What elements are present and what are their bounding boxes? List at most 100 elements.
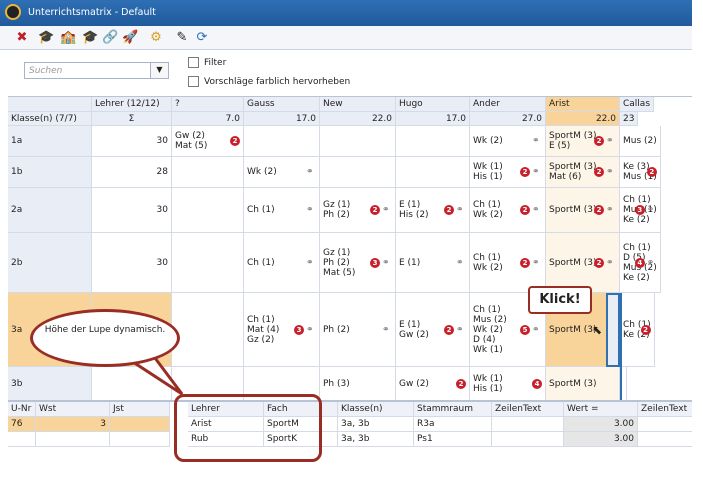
room-icon[interactable]: 🏫 [60,30,76,46]
teacher-icon[interactable]: 🎓 [38,30,54,46]
tools-icon[interactable]: 🚀 [122,30,138,46]
teacher-header[interactable]: New [320,97,396,112]
matrix-cell[interactable]: E (1) Gw (2) 2 ⚭ [396,293,470,367]
class-row-header[interactable]: 1a [8,126,92,157]
link-icon[interactable]: ⚭ [456,258,466,268]
detail-cell[interactable] [110,417,170,432]
matrix-cell[interactable]: Ph (2) ⚭ [320,293,396,367]
link-icon[interactable]: ⚭ [606,205,616,215]
search-combobox[interactable]: Suchen ▼ [24,62,169,79]
settings-icon[interactable]: ⚙ [148,30,164,46]
detail-cell[interactable] [638,432,692,447]
detail-cell[interactable] [492,432,564,447]
link-icon[interactable]: ⚭ [306,205,316,215]
detail-cell[interactable] [8,432,36,447]
teacher-header[interactable]: Ander [470,97,546,112]
link-icon[interactable]: ⚭ [606,258,616,268]
matrix-cell[interactable] [320,157,396,188]
link-icon[interactable]: ⚭ [382,258,392,268]
matrix-cell[interactable]: SportM (3) 2 ⚭ [546,233,620,293]
edit-icon[interactable]: ✎ [174,30,190,46]
matrix-cell[interactable]: Ch (1) D (5) Mus (2) Ke (2) 4 ⚭ [620,233,661,293]
matrix-cell[interactable]: Ch (1) Wk (2) 2 ⚭ [470,188,546,233]
matrix-cell[interactable]: E (1) His (2) 2 ⚭ [396,188,470,233]
matrix-cell[interactable]: Ch (1) ⚭ [244,233,320,293]
matrix-cell[interactable]: Ch (1) Ke (2) 2 [620,293,655,367]
link-icon[interactable]: ⚭ [456,325,466,335]
matrix-cell[interactable]: Ch (1) Mat (4) Gz (2) 3 ⚭ [244,293,320,367]
matrix-cell[interactable]: Ch (1) ⚭ [244,188,320,233]
detail-cell[interactable]: 3.00 [564,432,638,447]
teacher-header[interactable]: Arist [546,97,620,112]
link-icon[interactable]: ⚭ [647,205,657,215]
matrix-cell[interactable] [172,188,244,233]
matrix-cell[interactable]: Mus (2) [620,126,661,157]
matrix-cell[interactable]: SportM (3) E (5) 2 ⚭ [546,126,620,157]
detail-cell[interactable]: R3a [414,417,492,432]
teacher-header[interactable]: Callas [620,97,655,112]
link-icon[interactable]: ⚭ [306,167,316,177]
delete-icon[interactable]: ✖ [14,30,30,46]
class-row-header[interactable]: 3b [8,367,92,400]
class-row-header[interactable]: 2a [8,188,92,233]
link-icon[interactable]: ⚭ [606,136,616,146]
link-icon[interactable]: ⚭ [382,205,392,215]
link-icon[interactable]: ⚭ [606,167,616,177]
matrix-cell[interactable] [396,126,470,157]
matrix-cell[interactable]: E (1) ⚭ [396,233,470,293]
matrix-cell[interactable] [244,126,320,157]
matrix-cell[interactable]: SportM (3) [546,367,620,400]
matrix-cell[interactable]: SportM (3) 2 ⚭ [546,188,620,233]
matrix-cell[interactable] [396,157,470,188]
cell-icons: ⚭ [382,325,392,335]
matrix-cell[interactable]: Gw (2) Mat (5) 2 [172,126,244,157]
detail-cell[interactable] [492,417,564,432]
suggest-checkbox[interactable] [188,76,199,87]
matrix-cell[interactable]: Gw (2) 2 [396,367,470,400]
detail-cell[interactable]: 3.00 [564,417,638,432]
detail-cell[interactable]: 3 [36,417,110,432]
link-icon[interactable]: ⚭ [306,258,316,268]
detail-cell[interactable]: 3a, 3b [338,432,414,447]
matrix-cell[interactable]: Ch (1) Wk (2) 2 ⚭ [470,233,546,293]
detail-cell[interactable]: Ps1 [414,432,492,447]
teacher-header[interactable]: ? [172,97,244,112]
chevron-down-icon[interactable]: ▼ [150,63,168,78]
matrix-cell[interactable] [172,233,244,293]
link-icon[interactable]: ⚭ [532,325,542,335]
matrix-cell[interactable]: Ph (3) [320,367,396,400]
refresh-icon[interactable]: ⟳ [194,30,210,46]
magnifier-panel[interactable] [606,293,620,367]
matrix-cell[interactable]: Wk (1) His (1) 4 [470,367,546,400]
link-icon[interactable]: 🔗 [102,30,118,46]
link-icon[interactable]: ⚭ [647,258,657,268]
class-row-header[interactable]: 1b [8,157,92,188]
matrix-cell[interactable]: Gz (1) Ph (2) Mat (5) 3 ⚭ [320,233,396,293]
detail-cell[interactable] [638,417,692,432]
matrix-cell[interactable] [172,157,244,188]
teacher-header[interactable]: Hugo [396,97,470,112]
link-icon[interactable]: ⚭ [532,167,542,177]
matrix-cell[interactable] [320,126,396,157]
link-icon[interactable]: ⚭ [456,205,466,215]
link-icon[interactable]: ⚭ [306,325,316,335]
class-icon[interactable]: 🎓 [82,30,98,46]
link-icon[interactable]: ⚭ [382,325,392,335]
matrix-cell[interactable]: Wk (1) His (1) 2 ⚭ [470,157,546,188]
matrix-cell[interactable]: Wk (2) ⚭ [470,126,546,157]
link-icon[interactable]: ⚭ [532,205,542,215]
detail-cell[interactable] [36,432,110,447]
detail-cell[interactable]: 76 [8,417,36,432]
matrix-cell[interactable]: SportM (3) Mat (6) 2 ⚭ [546,157,620,188]
link-icon[interactable]: ⚭ [532,258,542,268]
detail-cell[interactable] [110,432,170,447]
matrix-cell[interactable]: Ke (3) Mus (1) 2 [620,157,661,188]
class-row-header[interactable]: 2b [8,233,92,293]
matrix-cell[interactable]: Wk (2) ⚭ [244,157,320,188]
link-icon[interactable]: ⚭ [532,136,542,146]
matrix-cell[interactable]: Ch (1) Mus (1) Ke (2) 3 ⚭ [620,188,661,233]
filter-checkbox[interactable] [188,57,199,68]
teacher-header[interactable]: Gauss [244,97,320,112]
matrix-cell[interactable]: Gz (1) Ph (2) 2 ⚭ [320,188,396,233]
detail-cell[interactable]: 3a, 3b [338,417,414,432]
